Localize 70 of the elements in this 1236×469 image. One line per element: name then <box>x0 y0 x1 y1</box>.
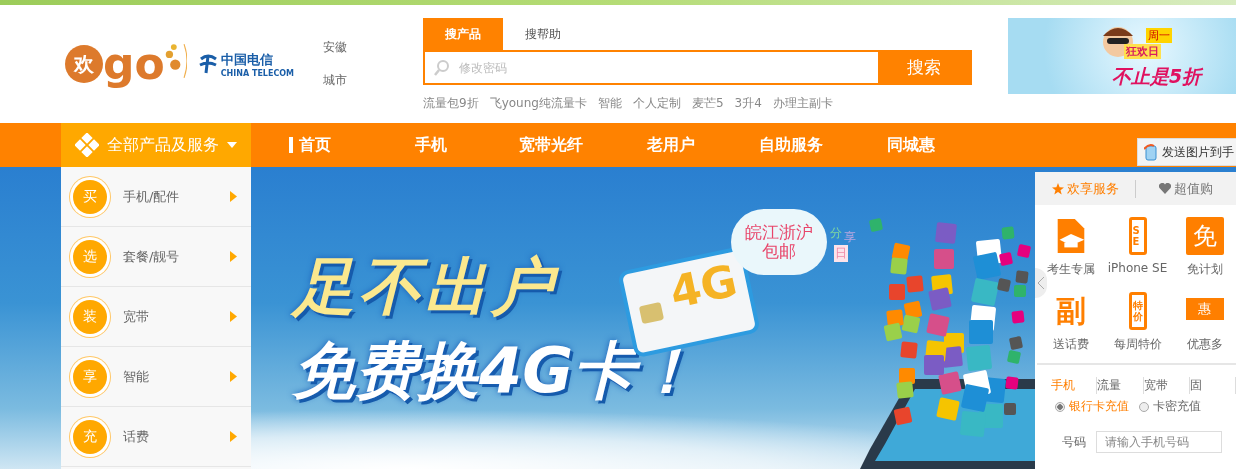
panel-tab[interactable]: 超值购 <box>1136 179 1236 198</box>
search-tab[interactable]: 搜产品 <box>423 18 503 50</box>
banner-tag: 日 <box>834 245 848 262</box>
phone-icon: SE <box>1128 217 1147 255</box>
heart-icon <box>1159 183 1171 194</box>
location-link[interactable]: 城市 <box>323 72 423 89</box>
ad-headline: 不止是5折 <box>1112 64 1202 89</box>
nav-link[interactable]: 宽带光纤 <box>491 123 611 167</box>
service-item[interactable]: 副 送话费 <box>1037 292 1104 353</box>
recharge-tab[interactable]: 手机 <box>1051 377 1098 394</box>
nav-link[interactable]: 首页 <box>251 123 371 167</box>
location-link[interactable]: 安徽 <box>323 39 423 56</box>
partner-logo: 中国电信 CHINA TELECOM <box>196 50 295 78</box>
collapse-handle[interactable] <box>1035 268 1047 298</box>
arrow-right-icon <box>230 251 237 262</box>
search-icon <box>433 58 451 77</box>
promo-ad[interactable]: 周一 狂欢日 不止是5折 <box>1008 18 1236 94</box>
arrow-right-icon <box>230 371 237 382</box>
category-item[interactable]: 买 手机/配件 <box>61 167 251 227</box>
glyph-icon: 副 <box>1055 292 1086 330</box>
banner-tag: 分 <box>829 225 843 242</box>
service-item[interactable]: 特价 每周特价 <box>1104 292 1171 353</box>
recharge-tab[interactable]: 固 <box>1189 377 1236 394</box>
caret-icon <box>227 142 237 148</box>
send-image-button[interactable]: 发送图片到手 <box>1137 138 1236 166</box>
hot-word-link[interactable]: 飞young纯流量卡 <box>489 95 587 112</box>
star-icon <box>1051 182 1064 195</box>
recharge-option[interactable]: 银行卡充值 <box>1055 398 1129 415</box>
category-item[interactable]: 享 智能 <box>61 347 251 407</box>
hot-word-link[interactable]: 麦芒5 <box>691 95 724 112</box>
search-tab[interactable]: 搜帮助 <box>503 18 583 50</box>
diamond-grid-icon <box>75 133 99 157</box>
glyph-icon: 免 <box>1185 217 1224 255</box>
arrow-right-icon <box>230 431 237 442</box>
recharge-tab[interactable]: 流量 <box>1097 377 1144 394</box>
promo-banner[interactable]: 足不出户 免费换4G卡！ 4G 皖江浙沪 包邮 分 享 日 <box>251 167 1035 469</box>
category-item[interactable]: 装 宽带 <box>61 287 251 347</box>
service-item[interactable]: 免 免计划 <box>1171 217 1236 278</box>
nav-link[interactable]: 自助服务 <box>731 123 851 167</box>
speech-cloud: 皖江浙沪 包邮 <box>731 209 827 275</box>
nav-link[interactable]: 老用户 <box>611 123 731 167</box>
phone-icon: 特价 <box>1128 292 1147 330</box>
recharge-tab[interactable]: 宽带 <box>1143 377 1190 394</box>
ad-text: 狂欢日 <box>1124 44 1161 59</box>
category-item[interactable]: 选 套餐/靓号 <box>61 227 251 287</box>
hot-word-link[interactable]: 3升4 <box>734 95 762 112</box>
nav-link[interactable]: 同城惠 <box>851 123 971 167</box>
hot-word-link[interactable]: 智能 <box>597 95 622 112</box>
hot-word-link[interactable]: 个人定制 <box>632 95 681 112</box>
banner-tag: 享 <box>843 229 857 246</box>
ticket-icon: 惠 <box>1185 298 1224 320</box>
ad-tag: 周一 <box>1146 28 1172 43</box>
arrow-right-icon <box>230 311 237 322</box>
phone-number-field[interactable]: 请输入手机号码 <box>1096 431 1222 453</box>
panel-tab[interactable]: 欢享服务 <box>1035 179 1136 198</box>
hot-word-link[interactable]: 流量包9折 <box>423 95 479 112</box>
field-label: 号码 <box>1062 433 1086 451</box>
site-logo[interactable]: 欢 go <box>65 39 187 89</box>
active-indicator <box>289 137 293 153</box>
search-field[interactable]: 修改密码 <box>457 59 878 76</box>
category-item[interactable]: 充 话费 <box>61 407 251 467</box>
service-item[interactable]: 惠 优惠多 <box>1171 292 1236 353</box>
arrow-right-icon <box>230 191 237 202</box>
chevron-left-icon <box>1038 277 1044 289</box>
service-item[interactable]: 考生专属 <box>1037 217 1104 278</box>
search-box[interactable]: 修改密码 <box>425 52 878 83</box>
recharge-option[interactable]: 卡密充值 <box>1139 398 1201 415</box>
nav-link[interactable]: 手机 <box>371 123 491 167</box>
service-item[interactable]: SE iPhone SE <box>1104 217 1171 278</box>
hot-word-link[interactable]: 办理主副卡 <box>772 95 833 112</box>
